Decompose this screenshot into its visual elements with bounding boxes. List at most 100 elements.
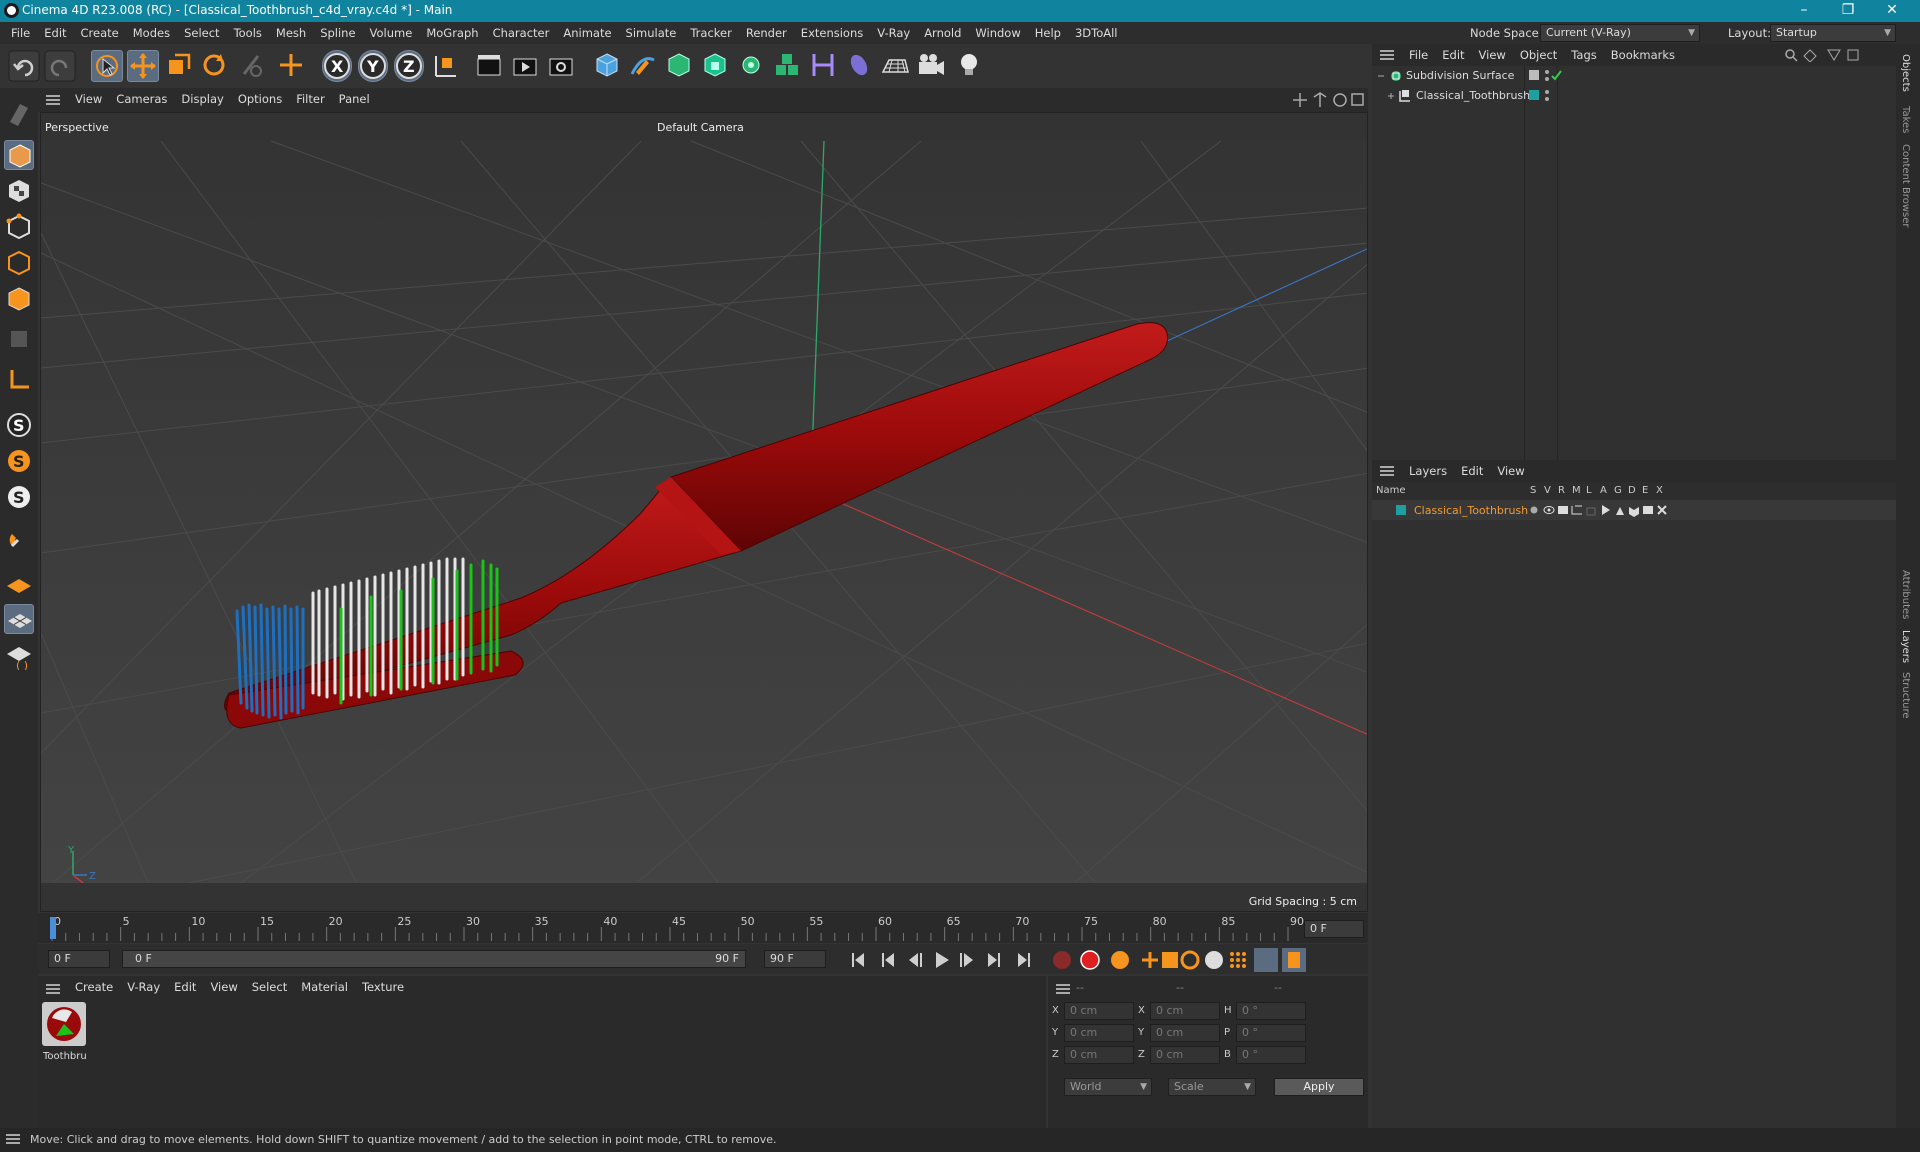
objects-menu-edit[interactable]: Edit bbox=[1435, 44, 1471, 66]
quantize-button[interactable]: S bbox=[4, 482, 34, 512]
size-field[interactable]: 0 cm bbox=[1150, 1046, 1220, 1064]
magnet-button[interactable] bbox=[4, 524, 34, 554]
objects-menu-tags[interactable]: Tags bbox=[1564, 44, 1603, 66]
menu-mesh[interactable]: Mesh bbox=[269, 22, 313, 44]
scale-tool-button[interactable] bbox=[163, 50, 195, 82]
size-field[interactable]: 0 cm bbox=[1150, 1024, 1220, 1042]
layer-tag-icon[interactable] bbox=[1529, 89, 1559, 103]
menu-select[interactable]: Select bbox=[177, 22, 226, 44]
texture-mode-button[interactable] bbox=[4, 176, 34, 206]
playback-controls[interactable] bbox=[838, 948, 1368, 972]
add-tool-button[interactable] bbox=[276, 50, 308, 82]
menu-v-ray[interactable]: V-Ray bbox=[870, 22, 917, 44]
layout-dropdown[interactable]: Startup ▼ bbox=[1770, 24, 1896, 42]
material-menu-view[interactable]: View bbox=[203, 976, 244, 998]
minimize-button[interactable]: – bbox=[1782, 0, 1826, 22]
tab-attributes[interactable]: Attributes bbox=[1900, 570, 1911, 619]
timeline[interactable]: 0 5 10 15 20 25 30 35 40 45 50 55 60 65 70 75 80 85 90 0 F bbox=[38, 913, 1368, 943]
menu-window[interactable]: Window bbox=[968, 22, 1027, 44]
perspective-viewport[interactable]: Y Z X Perspective Default Camera Grid Sp… bbox=[40, 112, 1368, 912]
edges-mode-button[interactable] bbox=[4, 248, 34, 278]
size-field[interactable]: 0 cm bbox=[1150, 1002, 1220, 1020]
objects-menu-bookmarks[interactable]: Bookmarks bbox=[1604, 44, 1682, 66]
menu-animate[interactable]: Animate bbox=[556, 22, 618, 44]
spline-pen-button[interactable] bbox=[628, 50, 660, 82]
menu-tracker[interactable]: Tracker bbox=[683, 22, 739, 44]
model-mode-button[interactable] bbox=[4, 140, 34, 170]
objects-menu-file[interactable]: File bbox=[1402, 44, 1435, 66]
object-flags-icon[interactable] bbox=[1529, 69, 1569, 83]
make-editable-button[interactable] bbox=[4, 98, 34, 128]
coordinate-system-button[interactable] bbox=[430, 50, 462, 82]
cloner-button[interactable] bbox=[736, 50, 768, 82]
tab-objects[interactable]: Objects bbox=[1900, 54, 1911, 92]
tab-layers[interactable]: Layers bbox=[1900, 630, 1911, 663]
rotate-tool-button[interactable] bbox=[199, 50, 231, 82]
menu-extensions[interactable]: Extensions bbox=[794, 22, 870, 44]
live-selection-button[interactable] bbox=[91, 50, 123, 82]
viewport-menu-view[interactable]: View bbox=[68, 88, 109, 110]
coordinates-menu-icon[interactable] bbox=[1056, 984, 1070, 994]
material-swatch[interactable] bbox=[42, 1002, 86, 1046]
preview-range-slider[interactable]: 0 F 90 F bbox=[122, 950, 746, 968]
render-view-button[interactable] bbox=[474, 50, 506, 82]
layers-menu-icon[interactable] bbox=[1380, 466, 1394, 476]
objects-menu-view[interactable]: View bbox=[1472, 44, 1513, 66]
environment-button[interactable] bbox=[880, 50, 912, 82]
menu-volume[interactable]: Volume bbox=[363, 22, 420, 44]
y-axis-lock-button[interactable]: Y bbox=[358, 50, 388, 82]
viewport-menu-filter[interactable]: Filter bbox=[289, 88, 331, 110]
start-frame-field[interactable]: 0 F bbox=[48, 950, 110, 968]
tab-takes[interactable]: Takes bbox=[1900, 106, 1911, 133]
objects-menu-object[interactable]: Object bbox=[1513, 44, 1564, 66]
position-field[interactable]: 0 cm bbox=[1064, 1024, 1134, 1042]
end-frame-field[interactable]: 90 F bbox=[764, 950, 826, 968]
rotation-field[interactable]: 0 ° bbox=[1236, 1002, 1306, 1020]
points-mode-button[interactable] bbox=[4, 212, 34, 242]
light-button[interactable] bbox=[954, 50, 986, 82]
cube-primitive-button[interactable] bbox=[592, 50, 624, 82]
menu-help[interactable]: Help bbox=[1028, 22, 1068, 44]
menu-create[interactable]: Create bbox=[74, 22, 126, 44]
extrude-button[interactable] bbox=[700, 50, 732, 82]
field-button[interactable] bbox=[844, 50, 876, 82]
move-tool-button[interactable] bbox=[127, 50, 159, 82]
subdivision-button[interactable] bbox=[664, 50, 696, 82]
rotation-field[interactable]: 0 ° bbox=[1236, 1046, 1306, 1064]
node-space-dropdown[interactable]: Current (V-Ray) ▼ bbox=[1540, 24, 1700, 42]
rotation-field[interactable]: 0 ° bbox=[1236, 1024, 1306, 1042]
menu-3dtoall[interactable]: 3DToAll bbox=[1068, 22, 1125, 44]
grid-plane-button[interactable] bbox=[4, 604, 34, 634]
tab-structure[interactable]: Structure bbox=[1900, 672, 1911, 719]
snap-settings-button[interactable]: S bbox=[4, 410, 34, 440]
axis-mode-button[interactable] bbox=[4, 364, 34, 394]
size-mode-dropdown[interactable]: Scale ▼ bbox=[1168, 1078, 1256, 1096]
polygons-mode-button[interactable] bbox=[4, 284, 34, 314]
workplane-button[interactable] bbox=[4, 568, 34, 598]
material-menu-icon[interactable] bbox=[46, 984, 60, 994]
apply-button[interactable]: Apply bbox=[1274, 1078, 1364, 1096]
recent-tool-button[interactable] bbox=[236, 50, 268, 82]
snap-enable-button[interactable]: S bbox=[4, 446, 34, 476]
material-menu-material[interactable]: Material bbox=[294, 976, 355, 998]
camera-name[interactable]: Default Camera bbox=[657, 121, 744, 134]
object-row[interactable]: Subdivision Surface bbox=[1372, 66, 1896, 86]
current-frame-field[interactable]: 0 F bbox=[1304, 920, 1364, 938]
material-menu-texture[interactable]: Texture bbox=[355, 976, 411, 998]
object-row[interactable]: Classical_Toothbrush bbox=[1372, 86, 1896, 106]
viewport-menu-icon[interactable] bbox=[46, 95, 60, 105]
close-button[interactable]: ✕ bbox=[1870, 0, 1914, 22]
mograph-cloner-button[interactable] bbox=[772, 50, 804, 82]
menu-modes[interactable]: Modes bbox=[126, 22, 177, 44]
material-menu-v-ray[interactable]: V-Ray bbox=[120, 976, 167, 998]
coordinate-system-dropdown[interactable]: World ▼ bbox=[1064, 1078, 1152, 1096]
uv-mode-button[interactable] bbox=[4, 324, 34, 354]
viewport-nav-icons[interactable] bbox=[1292, 92, 1364, 108]
layer-color-swatch[interactable] bbox=[1396, 505, 1406, 515]
render-settings-button[interactable] bbox=[546, 50, 578, 82]
menu-character[interactable]: Character bbox=[486, 22, 557, 44]
layers-menu-edit[interactable]: Edit bbox=[1454, 460, 1490, 482]
material-name[interactable]: Toothbru bbox=[43, 1051, 87, 1062]
objects-menu-icon[interactable] bbox=[1380, 50, 1394, 60]
layers-menu-view[interactable]: View bbox=[1490, 460, 1531, 482]
